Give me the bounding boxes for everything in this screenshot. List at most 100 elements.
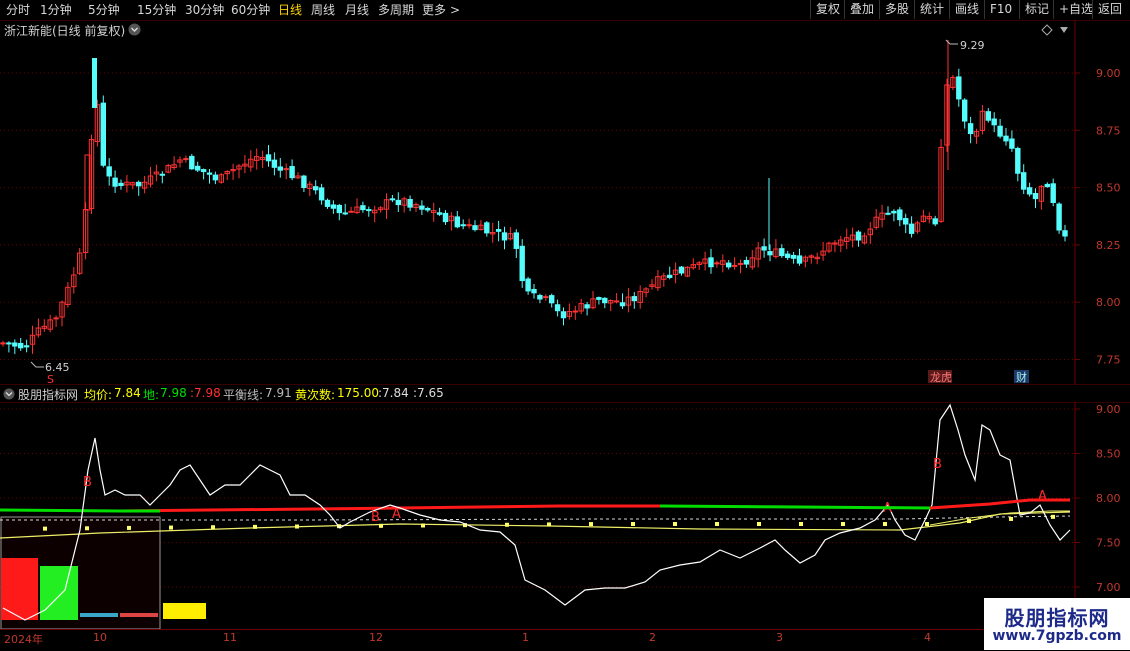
period-30min[interactable]: 30分钟	[185, 2, 224, 18]
yellow-square	[673, 522, 677, 526]
candle-down	[324, 199, 331, 207]
period-fenshi[interactable]: 分时	[6, 2, 30, 18]
indicator-grid	[0, 402, 1130, 629]
candle-up	[543, 296, 549, 299]
yellow-square	[505, 522, 509, 527]
candle-down	[200, 169, 207, 173]
candle-down	[549, 295, 555, 304]
candle-up	[572, 310, 578, 313]
high-marker: 9.29	[945, 39, 985, 52]
di-value: 7.98	[160, 386, 187, 400]
high-label: 9.29	[960, 39, 985, 52]
xaxis-feb: 2	[649, 631, 656, 644]
red-value: :7.98	[190, 386, 221, 400]
mark-button[interactable]: 标记	[1019, 0, 1054, 19]
draw-line-button[interactable]: 画线	[949, 0, 984, 19]
yellow-squares	[43, 514, 1055, 531]
candle-down	[991, 118, 997, 126]
candle-down	[389, 198, 396, 201]
price-tick-label: 8.25	[1096, 239, 1121, 252]
xaxis-oct: 10	[93, 631, 107, 644]
candle-down	[407, 198, 413, 208]
candle-up	[53, 317, 59, 320]
huangcishu-value: 175.00	[337, 386, 379, 400]
yellow-square	[295, 524, 299, 529]
price-tick-label: 8.00	[1096, 296, 1121, 309]
chevron-down-icon[interactable]	[3, 388, 15, 400]
chevron-right-icon[interactable]: >	[450, 2, 460, 18]
candle-down	[519, 245, 525, 282]
period-15min[interactable]: 15分钟	[137, 2, 176, 18]
period-monthly[interactable]: 月线	[345, 2, 369, 18]
indicator-tick-label: 7.00	[1096, 581, 1121, 594]
green-bar	[40, 566, 78, 620]
f10-button[interactable]: F10	[984, 0, 1017, 19]
xaxis-mar: 3	[776, 631, 783, 644]
candle-down	[1009, 138, 1015, 149]
yellow-square	[925, 522, 929, 526]
xaxis-nov: 11	[223, 631, 237, 644]
candle-down	[932, 218, 938, 225]
period-5min[interactable]: 5分钟	[88, 2, 120, 18]
fuquan-button[interactable]: 复权	[810, 0, 845, 19]
back-button[interactable]: 返回	[1092, 0, 1127, 19]
yellow-square	[589, 522, 593, 527]
candle-down	[6, 342, 12, 345]
pink-bar	[120, 613, 158, 617]
multi-stock-button[interactable]: 多股	[879, 0, 914, 19]
candle-down	[1050, 183, 1056, 204]
white-line	[2, 403, 1071, 621]
candle-down	[23, 345, 30, 348]
candle-up	[283, 168, 289, 171]
candle-down	[106, 166, 112, 177]
candle-down	[678, 266, 685, 274]
di-label: 地:	[143, 388, 160, 402]
yellow-square	[253, 524, 257, 529]
price-tick-label: 8.50	[1096, 182, 1121, 195]
stats-button[interactable]: 统计	[914, 0, 949, 19]
candle-down	[531, 288, 537, 294]
yellow-square	[211, 525, 215, 530]
candle-down	[189, 155, 195, 170]
candle-down	[956, 76, 962, 100]
dragon-badge-label: 龙虎	[930, 371, 952, 384]
yellow-square	[757, 522, 761, 526]
period-1min[interactable]: 1分钟	[40, 2, 72, 18]
watermark-title: 股朋指标网	[1004, 606, 1110, 630]
green-line	[0, 508, 160, 513]
candle-up	[348, 210, 354, 213]
indicator-chart[interactable]: 9.00 8.50 8.00 7.50 7.00 B B A A B A	[0, 402, 1130, 630]
candle-up	[613, 300, 620, 303]
candle-down	[472, 225, 478, 231]
candle-down	[92, 58, 97, 108]
candle-down	[584, 304, 590, 309]
period-daily[interactable]: 日线	[278, 2, 302, 18]
candle-down	[962, 99, 968, 122]
candle-down	[265, 154, 272, 162]
red-line	[119, 504, 660, 513]
period-toolbar: 分时 1分钟 5分钟 15分钟 30分钟 60分钟 日线 周线 月线 多周期 更…	[0, 0, 1130, 21]
period-weekly[interactable]: 周线	[311, 2, 335, 18]
overlay-button[interactable]: 叠加	[844, 0, 879, 19]
finance-badge-label: 财	[1016, 370, 1027, 384]
candle-down	[513, 232, 519, 249]
candle-down	[395, 199, 402, 206]
xaxis-year: 2024年	[4, 633, 43, 646]
candle-down	[425, 208, 431, 211]
period-more[interactable]: 更多	[422, 2, 446, 18]
candle-down	[891, 210, 897, 214]
price-grid	[0, 20, 1130, 385]
candle-up	[731, 264, 738, 267]
period-multi[interactable]: 多周期	[378, 2, 414, 18]
candle-down	[1044, 183, 1050, 188]
period-60min[interactable]: 60分钟	[231, 2, 270, 18]
candle-down	[554, 304, 561, 312]
yellow-square	[799, 522, 803, 526]
candle-down	[336, 204, 343, 214]
candlestick-chart[interactable]: 9.008.758.508.258.007.757.507.257.006.75…	[0, 20, 1130, 385]
candle-down	[908, 223, 915, 234]
candle-down	[159, 173, 166, 176]
junjia-value: 7.84	[114, 386, 141, 400]
candle-down	[360, 205, 366, 211]
candle-down	[460, 224, 466, 227]
